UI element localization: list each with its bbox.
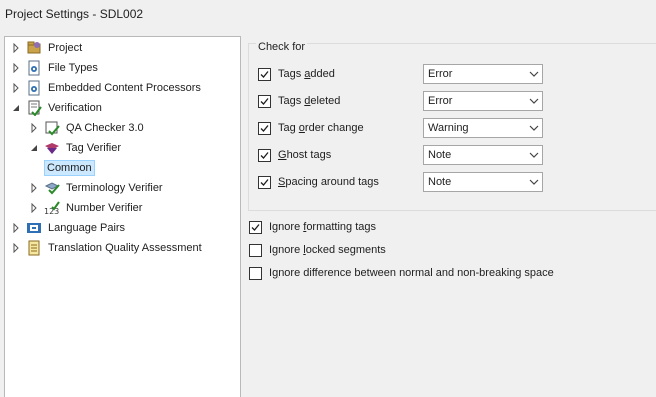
svg-text:123: 123 — [44, 207, 59, 216]
expand-arrow-icon[interactable] — [29, 123, 39, 133]
tree-item-project[interactable]: Project — [11, 38, 82, 58]
severity-select[interactable]: Error — [423, 91, 543, 111]
tree-item-language-pairs[interactable]: Language Pairs — [11, 218, 125, 238]
label-text: ormatting tags — [306, 221, 377, 233]
label-text: nore difference between normal and non-b… — [278, 267, 554, 279]
tree-item-label: Number Verifier — [66, 202, 143, 214]
chevron-down-icon — [526, 179, 542, 185]
check-for-title: Check for — [256, 41, 308, 53]
tree-item-label: Language Pairs — [48, 222, 126, 234]
chevron-down-icon — [526, 98, 542, 104]
translation-quality-icon — [26, 240, 42, 256]
severity-value: Error — [428, 68, 453, 80]
option-label: Ignore locked segments — [269, 244, 386, 256]
option-row[interactable]: Ignore locked segments — [249, 239, 386, 261]
label-text: Tag — [278, 122, 299, 134]
label-text: Ignore — [269, 244, 304, 256]
checkbox-checked[interactable] — [258, 67, 271, 81]
option-row[interactable]: Ignore difference between normal and non… — [249, 262, 554, 284]
expand-arrow-icon[interactable] — [11, 243, 21, 253]
tree-item-label: Terminology Verifier — [66, 182, 163, 194]
collapse-arrow-icon[interactable] — [11, 103, 21, 113]
checkbox-checked[interactable] — [258, 121, 271, 135]
checkbox-unchecked[interactable] — [249, 243, 262, 257]
tree-item-label: Verification — [48, 102, 102, 114]
severity-value: Warning — [428, 122, 469, 134]
tree-item-tag-verifier[interactable]: Tag Verifier — [29, 138, 121, 158]
expand-arrow-icon[interactable] — [29, 183, 39, 193]
label-text: Tags — [278, 68, 305, 80]
option-label: Ignore difference between normal and non… — [269, 267, 554, 279]
severity-select[interactable]: Note — [423, 172, 543, 192]
label-text: pacing around tags — [285, 176, 379, 188]
chevron-down-icon — [526, 125, 542, 131]
checkbox-checked[interactable] — [258, 94, 271, 108]
project-icon — [26, 40, 42, 56]
expand-arrow-icon[interactable] — [11, 83, 21, 93]
severity-select[interactable]: Note — [423, 145, 543, 165]
option-label: Spacing around tags — [278, 176, 379, 188]
check-row[interactable]: Tag order change — [258, 117, 364, 139]
check-row[interactable]: Spacing around tags — [258, 171, 379, 193]
expand-arrow-icon[interactable] — [11, 223, 21, 233]
tree-item-translation-quality-assessment[interactable]: Translation Quality Assessment — [11, 238, 202, 258]
severity-value: Note — [428, 176, 452, 188]
tree-item-qa-checker-3-0[interactable]: QA Checker 3.0 — [29, 118, 144, 138]
label-text: rder change — [304, 122, 364, 134]
chevron-down-icon — [526, 152, 542, 158]
checkbox-checked[interactable] — [258, 175, 271, 189]
tree-item-label: Common — [44, 160, 95, 176]
chevron-down-icon — [526, 71, 542, 77]
tree-item-label: File Types — [48, 62, 98, 74]
tree-item-terminology-verifier[interactable]: Terminology Verifier — [29, 178, 163, 198]
label-text: eleted — [310, 95, 341, 107]
severity-value: Error — [428, 95, 453, 107]
label-text: Ignore — [269, 221, 304, 233]
label-text: dded — [310, 68, 335, 80]
tree-item-number-verifier[interactable]: 123 Number Verifier — [29, 198, 142, 218]
expand-arrow-icon[interactable] — [29, 203, 39, 213]
checkbox-checked[interactable] — [249, 220, 262, 234]
option-row[interactable]: Ignore formatting tags — [249, 216, 376, 238]
expand-arrow-icon[interactable] — [11, 43, 21, 53]
access-key: G — [278, 149, 287, 161]
severity-select[interactable]: Error — [423, 64, 543, 84]
checkbox-checked[interactable] — [258, 148, 271, 162]
label-text: host tags — [286, 149, 332, 161]
tree-item-file-types[interactable]: File Types — [11, 58, 98, 78]
label-text: ocked segments — [305, 244, 386, 256]
settings-tree[interactable]: Project File Types Embedded Content Proces… — [4, 36, 241, 397]
tree-item-common[interactable]: Common — [44, 158, 95, 178]
checkbox-unchecked[interactable] — [249, 266, 262, 280]
tree-item-label: Translation Quality Assessment — [48, 242, 202, 254]
file-types-icon — [26, 60, 42, 76]
collapse-arrow-icon[interactable] — [29, 143, 39, 153]
tag-verifier-icon — [44, 140, 60, 156]
option-label: Tags added — [278, 68, 335, 80]
tree-item-label: Tag Verifier — [66, 142, 122, 154]
tree-item-label: Embedded Content Processors — [48, 82, 201, 94]
label-text: Tags — [278, 95, 305, 107]
verification-icon — [26, 100, 42, 116]
terminology-verifier-icon — [44, 180, 60, 196]
tree-item-label: Project — [48, 42, 83, 54]
tree-item-embedded-content-processors[interactable]: Embedded Content Processors — [11, 78, 201, 98]
severity-value: Note — [428, 149, 452, 161]
qa-checker-icon — [44, 120, 60, 136]
check-row[interactable]: Tags deleted — [258, 90, 340, 112]
option-label: Tags deleted — [278, 95, 340, 107]
embedded-content-icon — [26, 80, 42, 96]
option-label: Ghost tags — [278, 149, 331, 161]
check-row[interactable]: Tags added — [258, 63, 335, 85]
tree-item-verification[interactable]: Verification — [11, 98, 102, 118]
language-pairs-icon — [26, 220, 42, 236]
expand-arrow-icon[interactable] — [11, 63, 21, 73]
check-row[interactable]: Ghost tags — [258, 144, 331, 166]
option-label: Tag order change — [278, 122, 364, 134]
tree-item-label: QA Checker 3.0 — [66, 122, 144, 134]
window-title: Project Settings - SDL002 — [5, 7, 144, 21]
number-verifier-icon: 123 — [44, 200, 60, 216]
severity-select[interactable]: Warning — [423, 118, 543, 138]
option-label: Ignore formatting tags — [269, 221, 376, 233]
